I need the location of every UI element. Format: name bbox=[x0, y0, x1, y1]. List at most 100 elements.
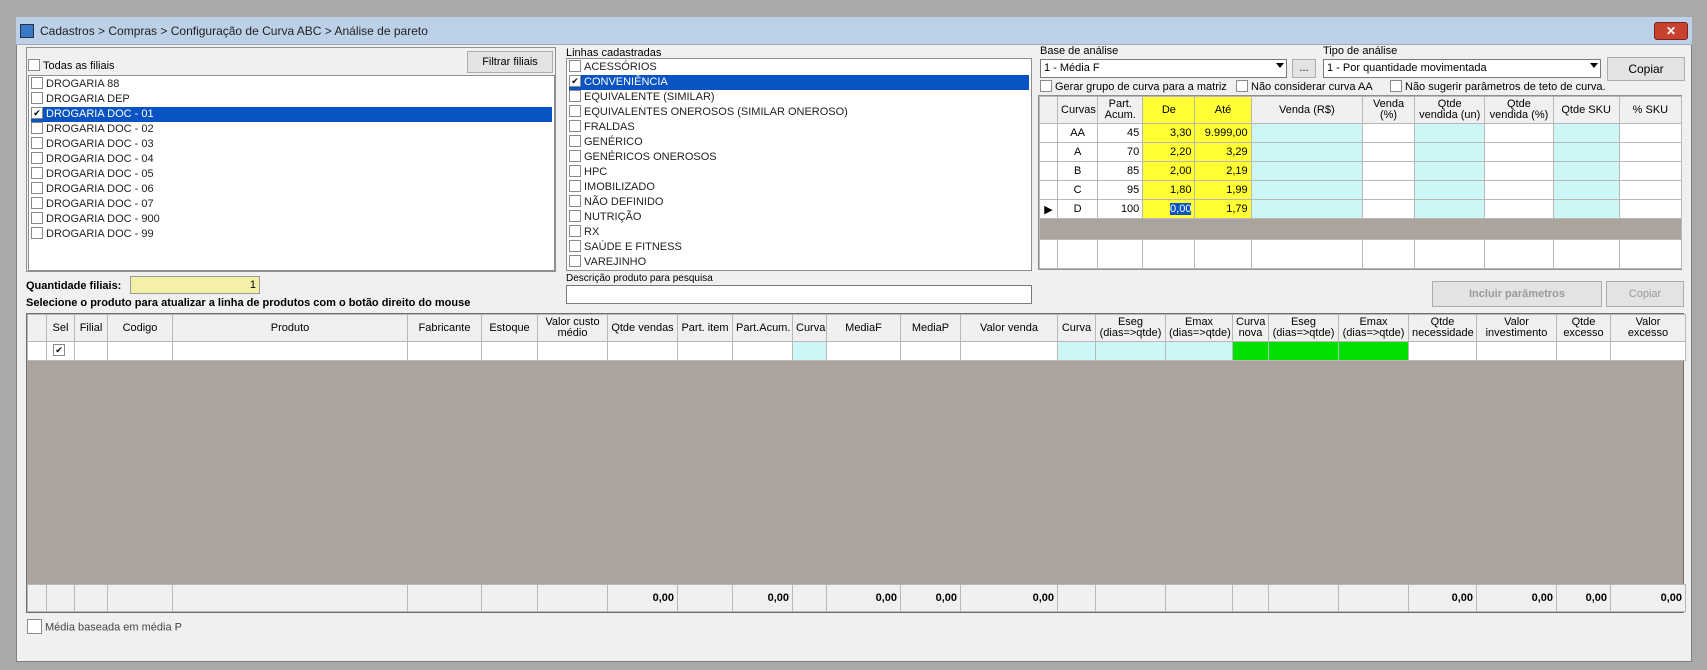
part-acum-cell[interactable]: 100 bbox=[1097, 199, 1144, 219]
produtos-total-cell: 0,00 bbox=[1610, 584, 1686, 612]
linha-list-item[interactable]: EQUIVALENTE (SIMILAR) bbox=[569, 90, 1029, 105]
filial-list-item[interactable]: DROGARIA DOC - 03 bbox=[31, 137, 552, 152]
linha-label: SAÚDE E FITNESS bbox=[584, 241, 682, 253]
filial-list-item[interactable]: DROGARIA DEP bbox=[31, 92, 552, 107]
descricao-input[interactable] bbox=[566, 285, 1032, 304]
media-p-checkbox[interactable]: Média baseada em média P bbox=[27, 619, 182, 635]
produto-cell[interactable] bbox=[1165, 341, 1233, 361]
venda-rs-cell bbox=[1250, 142, 1363, 162]
linha-list-item[interactable]: ACESSÓRIOS bbox=[569, 60, 1029, 75]
ate-cell[interactable]: 2,19 bbox=[1194, 161, 1252, 181]
filtrar-filiais-button[interactable]: Filtrar filiais bbox=[467, 51, 553, 73]
produto-cell[interactable] bbox=[107, 341, 173, 361]
produto-cell[interactable] bbox=[1476, 341, 1557, 361]
produto-cell[interactable] bbox=[1556, 341, 1611, 361]
base-analise-label: Base de análise bbox=[1040, 45, 1119, 57]
linha-list-item[interactable]: ✔ CONVENIÊNCIA bbox=[569, 75, 1029, 90]
linha-list-item[interactable]: GENÉRICOS ONEROSOS bbox=[569, 150, 1029, 165]
ate-cell[interactable]: 1,79 bbox=[1194, 199, 1252, 219]
filial-list-item[interactable]: DROGARIA DOC - 900 bbox=[31, 212, 552, 227]
filial-list-item[interactable]: ✔ DROGARIA DOC - 01 bbox=[31, 107, 552, 122]
filial-list-item[interactable]: DROGARIA 88 bbox=[31, 77, 552, 92]
curva-row[interactable]: ▶ D 100 0,00 1,79 bbox=[1038, 199, 1683, 219]
copiar-button[interactable]: Copiar bbox=[1607, 57, 1685, 81]
de-cell[interactable]: 0,00 bbox=[1142, 199, 1196, 219]
linha-list-item[interactable]: IMOBILIZADO bbox=[569, 180, 1029, 195]
produto-cell[interactable] bbox=[792, 341, 827, 361]
curva-row[interactable]: B 85 2,00 2,19 bbox=[1038, 161, 1683, 181]
ate-cell[interactable]: 9.999,00 bbox=[1194, 123, 1252, 143]
nao-considerar-aa-checkbox[interactable]: Não considerar curva AA bbox=[1236, 80, 1373, 93]
produto-cell[interactable] bbox=[172, 341, 408, 361]
linha-list-item[interactable]: FRALDAS bbox=[569, 120, 1029, 135]
base-analise-ellipsis-button[interactable]: ... bbox=[1292, 59, 1316, 78]
produto-cell[interactable] bbox=[900, 341, 961, 361]
gerar-grupo-checkbox[interactable]: Gerar grupo de curva para a matriz bbox=[1040, 80, 1227, 93]
filial-list-item[interactable]: DROGARIA DOC - 99 bbox=[31, 227, 552, 242]
produto-cell[interactable] bbox=[607, 341, 678, 361]
linha-list-item[interactable]: EQUIVALENTES ONEROSOS (SIMILAR ONEROSO) bbox=[569, 105, 1029, 120]
filial-list-item[interactable]: DROGARIA DOC - 06 bbox=[31, 182, 552, 197]
linha-list-item[interactable]: NUTRIÇÃO bbox=[569, 210, 1029, 225]
produto-cell[interactable] bbox=[1268, 341, 1339, 361]
linha-list-item[interactable]: RX bbox=[569, 225, 1029, 240]
produto-cell[interactable] bbox=[1095, 341, 1166, 361]
checkbox-icon bbox=[31, 182, 43, 195]
linha-label: VAREJINHO bbox=[584, 256, 647, 268]
produto-cell[interactable] bbox=[960, 341, 1058, 361]
part-acum-cell[interactable]: 95 bbox=[1097, 180, 1144, 200]
incluir-parametros-button[interactable]: Incluir parâmetros bbox=[1432, 281, 1602, 307]
de-cell[interactable]: 3,30 bbox=[1142, 123, 1196, 143]
linha-list-item[interactable]: NÃO DEFINIDO bbox=[569, 195, 1029, 210]
linha-label: GENÉRICOS ONEROSOS bbox=[584, 151, 717, 163]
tipo-analise-select[interactable]: 1 - Por quantidade movimentada bbox=[1323, 59, 1601, 78]
produto-cell[interactable] bbox=[537, 341, 608, 361]
curva-row[interactable]: AA 45 3,30 9.999,00 bbox=[1038, 123, 1683, 143]
produto-cell[interactable] bbox=[826, 341, 901, 361]
produtos-total-cell bbox=[537, 584, 608, 612]
curva-row[interactable]: C 95 1,80 1,99 bbox=[1038, 180, 1683, 200]
sel-checkbox-cell[interactable]: ✔ bbox=[46, 341, 75, 361]
linha-label: CONVENIÊNCIA bbox=[584, 76, 668, 88]
base-analise-select[interactable]: 1 - Média F bbox=[1040, 59, 1287, 78]
produto-cell[interactable] bbox=[1057, 341, 1096, 361]
ate-cell[interactable]: 1,99 bbox=[1194, 180, 1252, 200]
filial-list-item[interactable]: DROGARIA DOC - 04 bbox=[31, 152, 552, 167]
nao-sugerir-checkbox[interactable]: Não sugerir parâmetros de teto de curva. bbox=[1390, 80, 1606, 93]
linha-list-item[interactable]: GENÉRICO bbox=[569, 135, 1029, 150]
curva-row[interactable]: A 70 2,20 3,29 bbox=[1038, 142, 1683, 162]
ate-cell[interactable]: 3,29 bbox=[1194, 142, 1252, 162]
produto-cell[interactable] bbox=[1232, 341, 1269, 361]
filial-list-item[interactable]: DROGARIA DOC - 05 bbox=[31, 167, 552, 182]
produto-cell[interactable] bbox=[74, 341, 108, 361]
filial-label: DROGARIA DOC - 99 bbox=[46, 228, 154, 240]
copiar-parametros-button[interactable]: Copiar bbox=[1606, 281, 1684, 307]
part-acum-cell[interactable]: 70 bbox=[1097, 142, 1144, 162]
produto-cell[interactable] bbox=[1610, 341, 1686, 361]
de-cell[interactable]: 2,20 bbox=[1142, 142, 1196, 162]
filial-list-item[interactable]: DROGARIA DOC - 02 bbox=[31, 122, 552, 137]
todas-filiais-checkbox[interactable]: Todas as filiais bbox=[28, 59, 115, 72]
part-acum-cell[interactable]: 45 bbox=[1097, 123, 1144, 143]
produtos-total-cell: 0,00 bbox=[826, 584, 901, 612]
qtde-vendida-un-cell bbox=[1414, 180, 1486, 200]
linha-list-item[interactable]: SAÚDE E FITNESS bbox=[569, 240, 1029, 255]
tipo-analise-label: Tipo de análise bbox=[1323, 45, 1398, 57]
checkbox-icon bbox=[27, 619, 42, 634]
de-cell[interactable]: 1,80 bbox=[1142, 180, 1196, 200]
close-button[interactable]: ✕ bbox=[1654, 22, 1688, 40]
current-row-arrow-icon: ▶ bbox=[1038, 199, 1059, 219]
part-acum-cell[interactable]: 85 bbox=[1097, 161, 1144, 181]
linha-list-item[interactable]: VAREJINHO bbox=[569, 255, 1029, 270]
produto-cell[interactable] bbox=[677, 341, 733, 361]
produto-cell[interactable] bbox=[1338, 341, 1409, 361]
produto-cell[interactable] bbox=[407, 341, 482, 361]
produto-cell[interactable] bbox=[732, 341, 793, 361]
filial-list-item[interactable]: DROGARIA DOC - 07 bbox=[31, 197, 552, 212]
linha-list-item[interactable]: HPC bbox=[569, 165, 1029, 180]
qtde-vendida-un-cell bbox=[1414, 142, 1486, 162]
produto-cell[interactable] bbox=[481, 341, 538, 361]
de-cell[interactable]: 2,00 bbox=[1142, 161, 1196, 181]
qtde-sku-cell bbox=[1552, 142, 1620, 162]
produto-cell[interactable] bbox=[1408, 341, 1477, 361]
